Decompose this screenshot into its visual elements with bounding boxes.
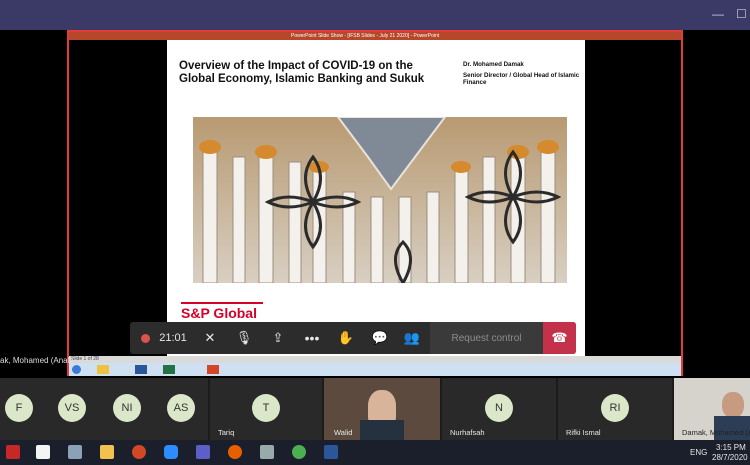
chat-icon[interactable]: 💬 — [368, 322, 392, 354]
raise-hand-icon[interactable]: ✋ — [334, 322, 358, 354]
participant-video-tile[interactable]: Walid — [324, 378, 440, 440]
avatar[interactable]: NI — [113, 394, 141, 422]
participant-tile[interactable]: RI Rifki Ismal — [558, 378, 672, 440]
avatar[interactable]: AS — [167, 394, 195, 422]
slide: Overview of the Impact of COVID-19 on th… — [167, 40, 585, 364]
participant-tile[interactable]: N Nurhafsah — [442, 378, 556, 440]
mosque-photo — [193, 117, 567, 283]
participant-name: Walid — [334, 428, 353, 437]
participant-name: Tariq — [218, 428, 235, 437]
powerpoint-titlebar: PowerPoint Slide Show - [IFSB Slides - J… — [69, 32, 681, 40]
slide-title: Overview of the Impact of COVID-19 on th… — [179, 60, 425, 85]
clock-time[interactable]: 3:15 PM — [716, 443, 746, 452]
participant-strip: F VS NI AS T Tariq Walid N Nurhafsah RI … — [0, 378, 750, 440]
recording-icon — [138, 322, 152, 354]
powerpoint-title: PowerPoint Slide Show - [IFSB Slides - J… — [291, 33, 440, 39]
avatar: RI — [601, 394, 629, 422]
participant-video-body — [360, 420, 404, 440]
powerpoint-status-bar: Slide 1 of 28 — [69, 356, 681, 363]
hangup-button[interactable]: ☎ — [543, 322, 576, 354]
request-control-button[interactable]: Request control — [430, 322, 543, 354]
chrome-icon[interactable] — [292, 445, 306, 459]
teams-icon[interactable] — [196, 445, 210, 459]
participant-name: Nurhafsah — [450, 428, 485, 437]
store-icon[interactable] — [36, 445, 50, 459]
author-role: Senior Director / Global Head of Islamic… — [463, 71, 580, 87]
file-explorer-icon[interactable] — [100, 445, 114, 459]
remote-powerpoint-icon — [207, 365, 219, 374]
app-icon[interactable] — [68, 445, 82, 459]
word-icon[interactable] — [324, 445, 338, 459]
firefox-icon[interactable] — [228, 445, 242, 459]
participant-video — [722, 392, 744, 418]
brand-logo: S&P Global — [181, 305, 257, 321]
participant-name: Rifki Ismal — [566, 428, 601, 437]
maximize-button[interactable]: ☐ — [736, 7, 747, 21]
teams-top-bar: — ☐ — [0, 0, 750, 30]
presenter-name: ak, Mohamed (Analy... — [0, 356, 80, 365]
remote-excel-icon — [163, 365, 175, 374]
remote-outlook-icon — [135, 365, 147, 374]
author-name: Dr. Mohamed Damak — [463, 61, 524, 68]
avatar: T — [252, 394, 280, 422]
acrobat-icon[interactable] — [6, 445, 20, 459]
camera-off-icon[interactable]: ✕ — [198, 322, 222, 354]
avatar[interactable]: VS — [58, 394, 86, 422]
remote-start-icon — [72, 365, 81, 374]
paint-icon[interactable] — [260, 445, 274, 459]
language-indicator[interactable]: ENG — [690, 448, 707, 457]
clock-date[interactable]: 28/7/2020 — [712, 453, 748, 462]
minimize-button[interactable]: — — [712, 7, 724, 21]
remote-explorer-icon — [97, 365, 109, 374]
more-options-icon[interactable]: ••• — [300, 322, 324, 354]
call-timer: 21:01 — [159, 332, 187, 344]
brand-rule — [181, 302, 263, 304]
participant-tile-group: F VS NI AS — [0, 378, 208, 440]
powerpoint-icon[interactable] — [132, 445, 146, 459]
avatar[interactable]: F — [5, 394, 33, 422]
participant-name: Damak, Mohamed (A — [682, 428, 750, 437]
participant-video — [368, 390, 396, 424]
avatar: N — [485, 394, 513, 422]
zoom-icon[interactable] — [164, 445, 178, 459]
participant-tile[interactable]: T Tariq — [210, 378, 322, 440]
share-screen-icon[interactable]: ⇪ — [266, 322, 290, 354]
windows-taskbar: ENG 3:15 PM 28/7/2020 — [0, 440, 750, 465]
participant-video-tile[interactable]: Damak, Mohamed (A — [674, 378, 750, 440]
remote-taskbar — [69, 363, 681, 376]
phone-hangup-icon: ☎ — [551, 330, 568, 345]
mic-muted-icon[interactable]: 🎙 — [232, 322, 256, 354]
participants-icon[interactable]: 👥 — [400, 322, 424, 354]
slide-author: Dr. Mohamed Damak Senior Director / Glob… — [463, 61, 583, 87]
